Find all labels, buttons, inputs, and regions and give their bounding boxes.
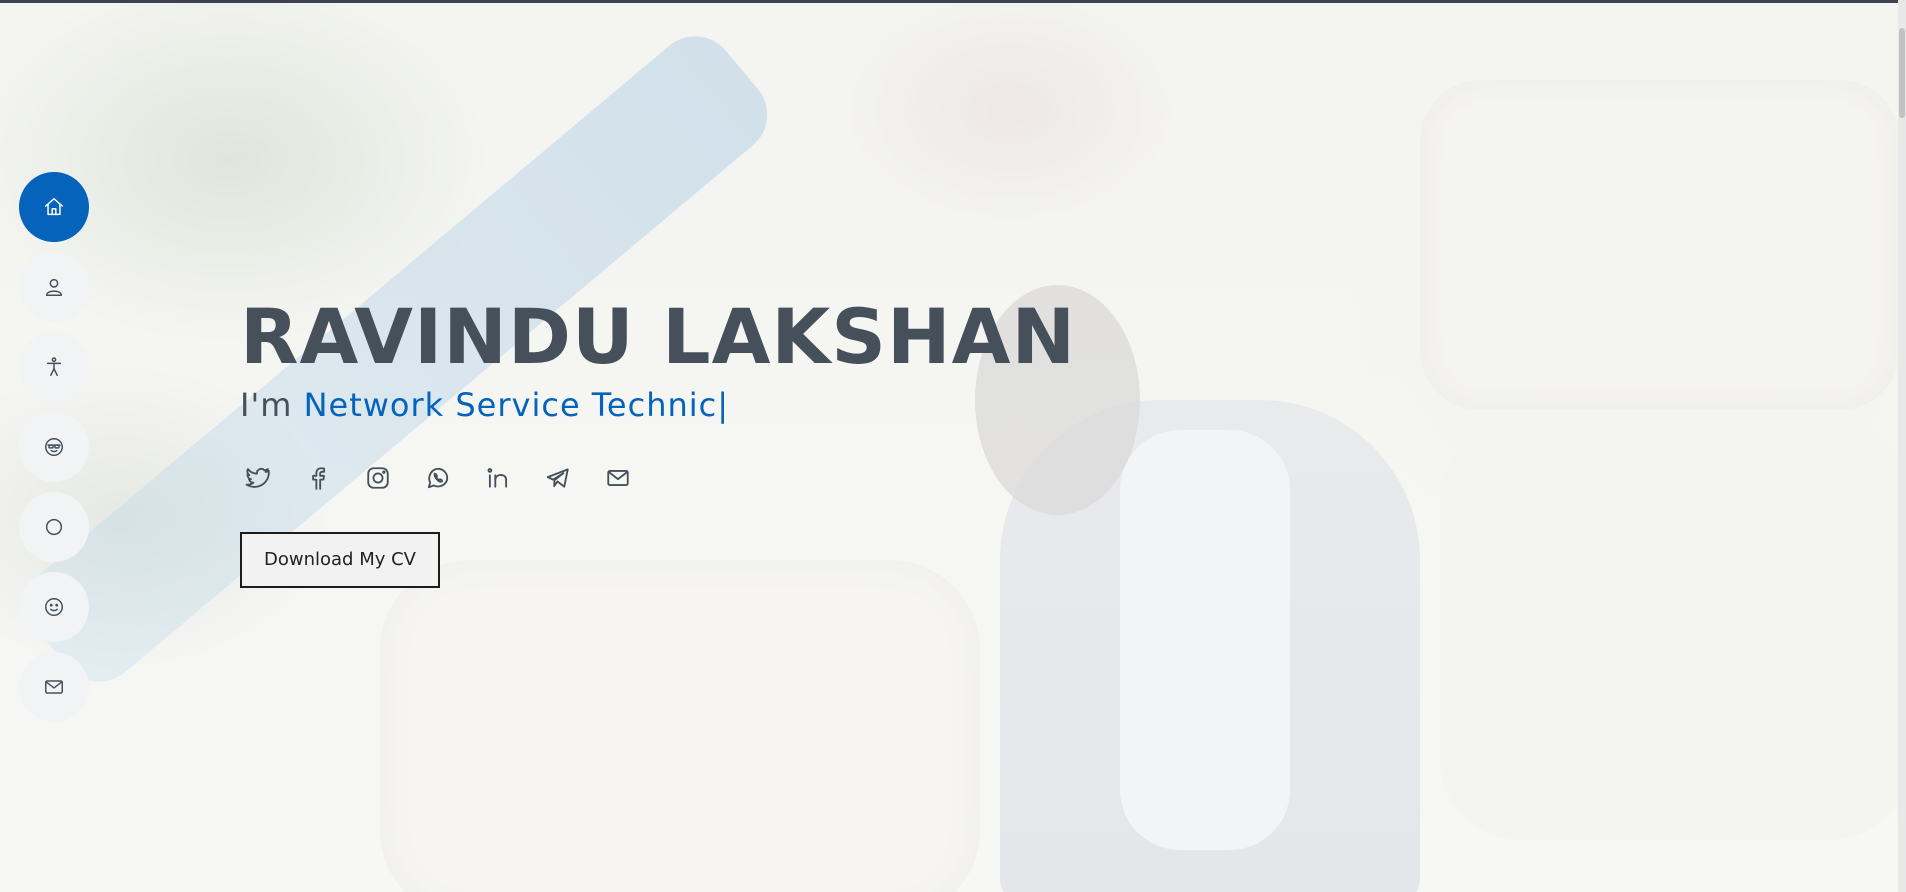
envelope-icon [607, 470, 629, 486]
facebook-icon [312, 467, 325, 490]
circle-icon [45, 518, 63, 536]
facebook-link[interactable] [302, 462, 334, 494]
nav-skills[interactable] [19, 332, 89, 402]
side-navigation [19, 172, 89, 722]
hero-subtitle: I'm Network Service Technic| [240, 386, 1076, 424]
typed-cursor: | [717, 386, 730, 424]
nav-resume[interactable] [19, 412, 89, 482]
accessibility-icon [46, 357, 62, 376]
portfolio-page: RAVINDU LAKSHAN I'm Network Service Tech… [0, 0, 1906, 892]
whatsapp-icon [427, 467, 449, 489]
home-icon [45, 198, 63, 216]
nav-contact[interactable] [19, 652, 89, 722]
emoji-smile-icon [45, 598, 63, 616]
typed-role: Network Service Technic [303, 386, 718, 424]
nav-about[interactable] [19, 252, 89, 322]
hero-section: RAVINDU LAKSHAN I'm Network Service Tech… [240, 290, 1076, 588]
linkedin-link[interactable] [482, 462, 514, 494]
whatsapp-link[interactable] [422, 462, 454, 494]
subtitle-prefix: I'm [240, 386, 293, 424]
download-cv-button[interactable]: Download My CV [240, 532, 440, 588]
emoji-sunglasses-icon [45, 438, 63, 456]
envelope-icon [45, 680, 63, 694]
instagram-icon [367, 467, 389, 489]
person-icon [45, 278, 63, 296]
scrollbar[interactable] [1898, 0, 1906, 892]
social-links [240, 462, 1076, 494]
telegram-icon [546, 468, 569, 488]
linkedin-icon [487, 468, 508, 488]
email-link[interactable] [602, 462, 634, 494]
nav-testimonials[interactable] [19, 572, 89, 642]
scrollbar-thumb[interactable] [1899, 28, 1905, 118]
telegram-link[interactable] [542, 462, 574, 494]
twitter-icon [245, 468, 270, 488]
nav-services[interactable] [19, 492, 89, 562]
hero-name: RAVINDU LAKSHAN [240, 292, 1077, 381]
nav-home[interactable] [19, 172, 89, 242]
twitter-link[interactable] [242, 462, 274, 494]
top-border [0, 0, 1906, 3]
instagram-link[interactable] [362, 462, 394, 494]
